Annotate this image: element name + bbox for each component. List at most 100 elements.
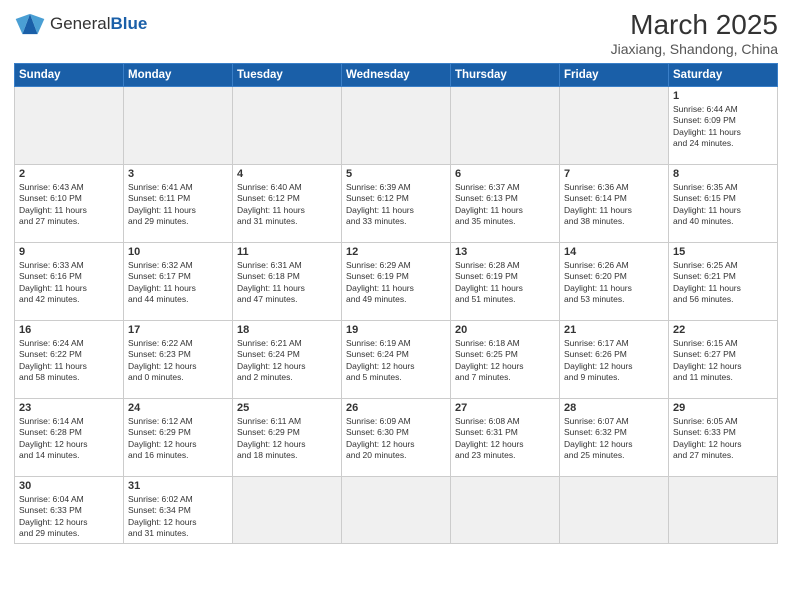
day-number: 27 [455,402,555,414]
day-number: 5 [346,168,446,180]
day-info: Sunrise: 6:36 AM Sunset: 6:14 PM Dayligh… [564,182,664,228]
calendar-week-row: 16 Sunrise: 6:24 AM Sunset: 6:22 PM Dayli… [15,320,778,398]
day-number: 6 [455,168,555,180]
day-info: Sunrise: 6:28 AM Sunset: 6:19 PM Dayligh… [455,260,555,306]
calendar-week-row: 1Sunrise: 6:44 AM Sunset: 6:09 PM Daylig… [15,86,778,164]
day-info: Sunrise: 6:18 AM Sunset: 6:25 PM Dayligh… [455,338,555,384]
day-info: Sunrise: 6:15 AM Sunset: 6:27 PM Dayligh… [673,338,773,384]
calendar-cell: 15Sunrise: 6:25 AM Sunset: 6:21 PM Dayli… [669,242,778,320]
calendar-cell: 22 Sunrise: 6:15 AM Sunset: 6:27 PM Dayli… [669,320,778,398]
day-number: 22 [673,324,773,336]
day-number: 20 [455,324,555,336]
calendar-cell [15,86,124,164]
page: GeneralBlue March 2025 Jiaxiang, Shandon… [0,0,792,612]
day-info: Sunrise: 6:25 AM Sunset: 6:21 PM Dayligh… [673,260,773,306]
day-info: Sunrise: 6:40 AM Sunset: 6:12 PM Dayligh… [237,182,337,228]
day-number: 2 [19,168,119,180]
title-block: March 2025 Jiaxiang, Shandong, China [611,10,778,57]
calendar-cell: 17 Sunrise: 6:22 AM Sunset: 6:23 PM Dayli… [124,320,233,398]
day-number: 17 [128,324,228,336]
calendar-cell: 8 Sunrise: 6:35 AM Sunset: 6:15 PM Daylig… [669,164,778,242]
day-number: 11 [237,246,337,258]
day-number: 31 [128,480,228,492]
day-info: Sunrise: 6:35 AM Sunset: 6:15 PM Dayligh… [673,182,773,228]
day-info: Sunrise: 6:04 AM Sunset: 6:33 PM Dayligh… [19,494,119,540]
day-number: 28 [564,402,664,414]
weekday-header-saturday: Saturday [669,63,778,86]
day-info: Sunrise: 6:24 AM Sunset: 6:22 PM Dayligh… [19,338,119,384]
day-number: 9 [19,246,119,258]
day-number: 7 [564,168,664,180]
calendar-week-row: 30 Sunrise: 6:04 AM Sunset: 6:33 PM Dayli… [15,476,778,543]
day-number: 13 [455,246,555,258]
day-number: 14 [564,246,664,258]
day-info: Sunrise: 6:05 AM Sunset: 6:33 PM Dayligh… [673,416,773,462]
calendar-cell: 18 Sunrise: 6:21 AM Sunset: 6:24 PM Dayli… [233,320,342,398]
day-number: 8 [673,168,773,180]
day-info: Sunrise: 6:39 AM Sunset: 6:12 PM Dayligh… [346,182,446,228]
day-info: Sunrise: 6:14 AM Sunset: 6:28 PM Dayligh… [19,416,119,462]
day-number: 25 [237,402,337,414]
calendar-table: SundayMondayTuesdayWednesdayThursdayFrid… [14,63,778,544]
calendar-cell: 29Sunrise: 6:05 AM Sunset: 6:33 PM Dayli… [669,398,778,476]
calendar-cell: 1Sunrise: 6:44 AM Sunset: 6:09 PM Daylig… [669,86,778,164]
calendar-cell: 13 Sunrise: 6:28 AM Sunset: 6:19 PM Dayli… [451,242,560,320]
month-year: March 2025 [611,10,778,41]
day-info: Sunrise: 6:31 AM Sunset: 6:18 PM Dayligh… [237,260,337,306]
day-info: Sunrise: 6:21 AM Sunset: 6:24 PM Dayligh… [237,338,337,384]
calendar-cell: 27 Sunrise: 6:08 AM Sunset: 6:31 PM Dayli… [451,398,560,476]
calendar-cell [451,476,560,543]
calendar-cell [451,86,560,164]
day-info: Sunrise: 6:17 AM Sunset: 6:26 PM Dayligh… [564,338,664,384]
day-number: 18 [237,324,337,336]
calendar-cell [124,86,233,164]
location: Jiaxiang, Shandong, China [611,41,778,57]
calendar-cell: 12Sunrise: 6:29 AM Sunset: 6:19 PM Dayli… [342,242,451,320]
calendar-cell: 4 Sunrise: 6:40 AM Sunset: 6:12 PM Daylig… [233,164,342,242]
calendar-cell: 25 Sunrise: 6:11 AM Sunset: 6:29 PM Dayli… [233,398,342,476]
calendar-cell: 26Sunrise: 6:09 AM Sunset: 6:30 PM Dayli… [342,398,451,476]
calendar-cell: 30 Sunrise: 6:04 AM Sunset: 6:33 PM Dayli… [15,476,124,543]
weekday-header-sunday: Sunday [15,63,124,86]
day-info: Sunrise: 6:11 AM Sunset: 6:29 PM Dayligh… [237,416,337,462]
day-number: 12 [346,246,446,258]
calendar-week-row: 23Sunrise: 6:14 AM Sunset: 6:28 PM Dayli… [15,398,778,476]
day-info: Sunrise: 6:26 AM Sunset: 6:20 PM Dayligh… [564,260,664,306]
calendar-cell [342,476,451,543]
calendar-week-row: 9Sunrise: 6:33 AM Sunset: 6:16 PM Daylig… [15,242,778,320]
header: GeneralBlue March 2025 Jiaxiang, Shandon… [14,10,778,57]
logo-text: GeneralBlue [50,14,147,34]
day-number: 10 [128,246,228,258]
calendar-cell [233,476,342,543]
weekday-header-wednesday: Wednesday [342,63,451,86]
calendar-cell: 28Sunrise: 6:07 AM Sunset: 6:32 PM Dayli… [560,398,669,476]
day-info: Sunrise: 6:37 AM Sunset: 6:13 PM Dayligh… [455,182,555,228]
day-info: Sunrise: 6:32 AM Sunset: 6:17 PM Dayligh… [128,260,228,306]
day-info: Sunrise: 6:12 AM Sunset: 6:29 PM Dayligh… [128,416,228,462]
day-number: 30 [19,480,119,492]
day-info: Sunrise: 6:22 AM Sunset: 6:23 PM Dayligh… [128,338,228,384]
logo: GeneralBlue [14,10,147,38]
calendar-cell: 31Sunrise: 6:02 AM Sunset: 6:34 PM Dayli… [124,476,233,543]
calendar-cell: 14 Sunrise: 6:26 AM Sunset: 6:20 PM Dayli… [560,242,669,320]
calendar-cell [560,86,669,164]
day-info: Sunrise: 6:09 AM Sunset: 6:30 PM Dayligh… [346,416,446,462]
calendar-cell: 20 Sunrise: 6:18 AM Sunset: 6:25 PM Dayli… [451,320,560,398]
weekday-header-monday: Monday [124,63,233,86]
day-info: Sunrise: 6:08 AM Sunset: 6:31 PM Dayligh… [455,416,555,462]
calendar-cell: 2 Sunrise: 6:43 AM Sunset: 6:10 PM Daylig… [15,164,124,242]
calendar-cell [669,476,778,543]
calendar-cell [233,86,342,164]
calendar-cell: 21 Sunrise: 6:17 AM Sunset: 6:26 PM Dayli… [560,320,669,398]
day-info: Sunrise: 6:43 AM Sunset: 6:10 PM Dayligh… [19,182,119,228]
calendar-cell: 5 Sunrise: 6:39 AM Sunset: 6:12 PM Daylig… [342,164,451,242]
day-number: 16 [19,324,119,336]
calendar-cell: 6 Sunrise: 6:37 AM Sunset: 6:13 PM Daylig… [451,164,560,242]
weekday-header-friday: Friday [560,63,669,86]
calendar-week-row: 2 Sunrise: 6:43 AM Sunset: 6:10 PM Daylig… [15,164,778,242]
calendar-cell: 7 Sunrise: 6:36 AM Sunset: 6:14 PM Daylig… [560,164,669,242]
day-number: 4 [237,168,337,180]
calendar-cell: 24Sunrise: 6:12 AM Sunset: 6:29 PM Dayli… [124,398,233,476]
calendar-cell [560,476,669,543]
day-number: 21 [564,324,664,336]
